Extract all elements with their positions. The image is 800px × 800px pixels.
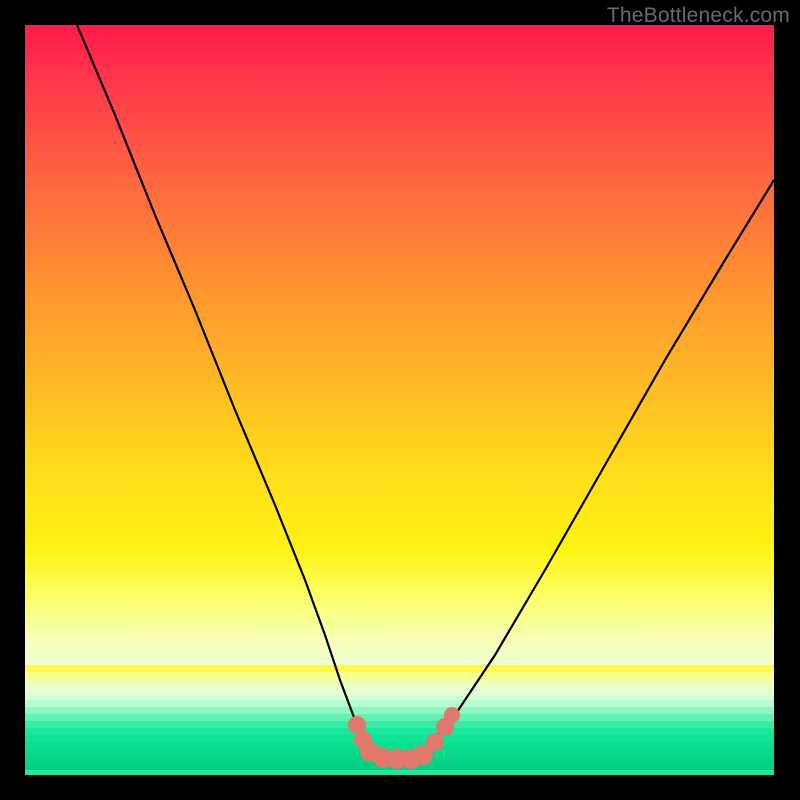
trough-marker	[444, 707, 460, 723]
bottleneck-curve-line	[77, 25, 774, 757]
chart-plot-area	[25, 25, 774, 775]
trough-marker	[426, 733, 444, 751]
trough-marker-group	[348, 707, 460, 769]
watermark-text: TheBottleneck.com	[607, 4, 790, 28]
chart-svg	[25, 25, 774, 775]
